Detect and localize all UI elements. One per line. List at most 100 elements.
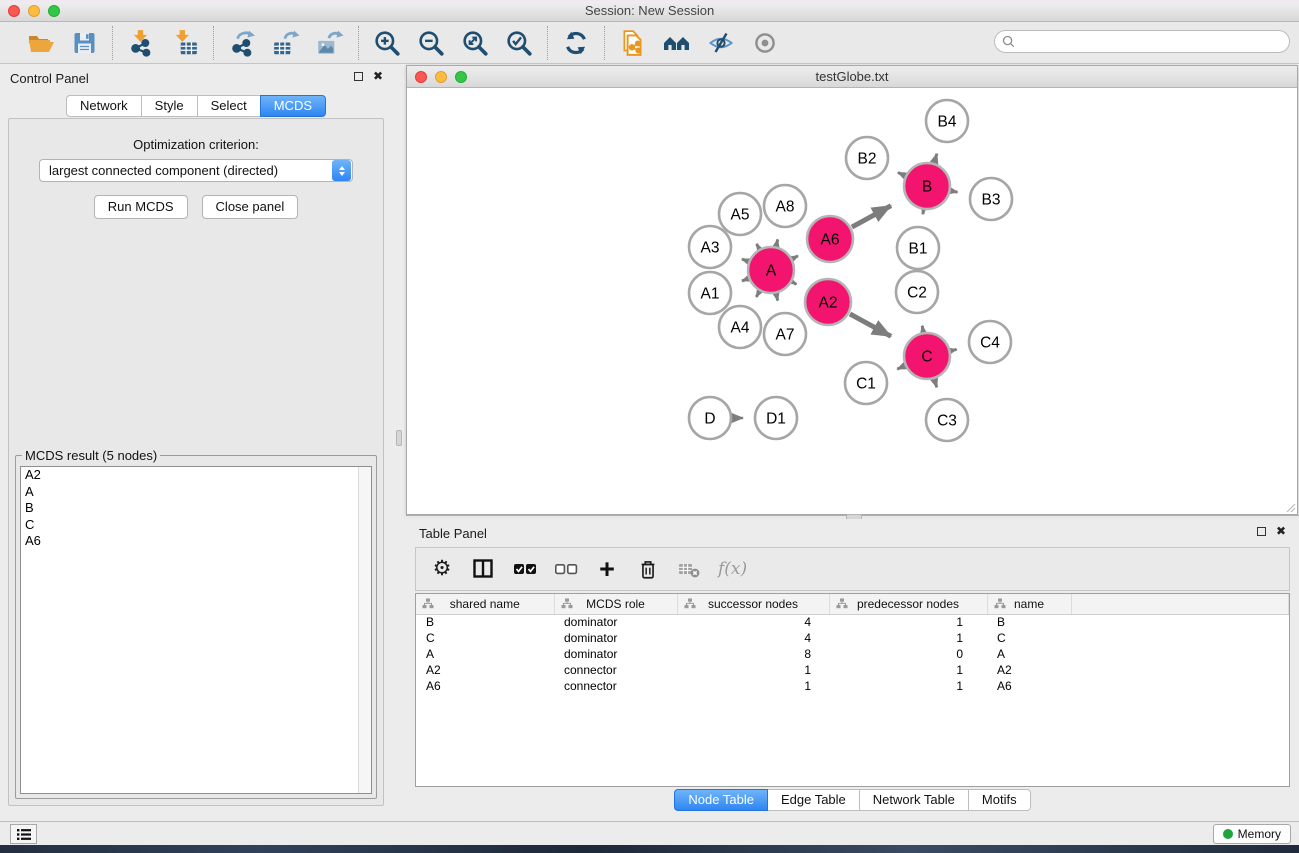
node-C1[interactable]: C1: [845, 362, 887, 404]
import-table-icon[interactable]: [170, 29, 200, 57]
deselect-all-checkboxes-icon[interactable]: [554, 555, 578, 583]
table-cell[interactable]: 1: [677, 678, 829, 694]
export-network-icon[interactable]: [227, 29, 257, 57]
tab-select[interactable]: Select: [197, 95, 261, 117]
table-cell[interactable]: A: [987, 646, 1071, 662]
node-C2[interactable]: C2: [896, 271, 938, 313]
node-A4[interactable]: A4: [719, 306, 761, 348]
tab-motifs[interactable]: Motifs: [968, 789, 1031, 811]
table-cell[interactable]: 1: [829, 662, 987, 678]
table-cell[interactable]: connector: [554, 678, 677, 694]
table-cell[interactable]: B: [416, 614, 554, 630]
node-A3[interactable]: A3: [689, 226, 731, 268]
table-cell[interactable]: A2: [987, 662, 1071, 678]
table-cell[interactable]: dominator: [554, 646, 677, 662]
edge-A6-B[interactable]: [852, 206, 891, 227]
hide-eye-slash-icon[interactable]: [706, 29, 736, 57]
zoom-selected-icon[interactable]: [504, 29, 534, 57]
edge-A2-C[interactable]: [850, 314, 891, 336]
float-panel-icon[interactable]: [1257, 527, 1266, 536]
export-table-icon[interactable]: [271, 29, 301, 57]
zoom-in-icon[interactable]: [372, 29, 402, 57]
zoom-fit-icon[interactable]: [460, 29, 490, 57]
table-cell[interactable]: A6: [987, 678, 1071, 694]
tab-edge-table[interactable]: Edge Table: [767, 789, 860, 811]
table-cell[interactable]: 1: [829, 678, 987, 694]
node-A7[interactable]: A7: [764, 313, 806, 355]
node-B1[interactable]: B1: [897, 227, 939, 269]
table-cell[interactable]: A6: [416, 678, 554, 694]
import-network-icon[interactable]: [126, 29, 156, 57]
table-row[interactable]: A2connector11A2: [416, 662, 1289, 678]
tab-style[interactable]: Style: [141, 95, 198, 117]
search-box[interactable]: [994, 30, 1290, 53]
zoom-out-icon[interactable]: [416, 29, 446, 57]
optimization-criterion-select[interactable]: largest connected component (directed): [39, 159, 353, 182]
table-cell[interactable]: A: [416, 646, 554, 662]
tab-node-table[interactable]: Node Table: [674, 789, 768, 811]
save-icon[interactable]: [69, 29, 99, 57]
edge-A-A7[interactable]: [776, 294, 777, 300]
task-history-button[interactable]: [10, 824, 37, 844]
node-D[interactable]: D: [689, 397, 731, 439]
result-item[interactable]: B: [21, 500, 371, 517]
column-view-icon[interactable]: [471, 555, 496, 583]
table-cell[interactable]: dominator: [554, 630, 677, 646]
edge-C-C4[interactable]: [951, 349, 956, 350]
settings-gear-icon[interactable]: ⚙: [430, 555, 454, 583]
edge-C-C3[interactable]: [934, 380, 936, 387]
edge-A-A8[interactable]: [776, 239, 777, 245]
table-cell[interactable]: connector: [554, 662, 677, 678]
edge-C-C2[interactable]: [922, 326, 923, 332]
result-item[interactable]: A6: [21, 533, 371, 550]
table-cell[interactable]: 8: [677, 646, 829, 662]
close-panel-icon[interactable]: ✖: [373, 71, 383, 81]
function-builder-icon[interactable]: f(x): [718, 555, 747, 583]
float-panel-icon[interactable]: [354, 72, 363, 81]
result-item[interactable]: A: [21, 484, 371, 501]
tab-mcds[interactable]: MCDS: [260, 95, 326, 117]
table-cell[interactable]: C: [987, 630, 1071, 646]
column-header-MCDS-role[interactable]: MCDS role: [554, 594, 677, 614]
table-cell[interactable]: 4: [677, 614, 829, 630]
column-header-name[interactable]: name: [987, 594, 1071, 614]
node-C4[interactable]: C4: [969, 321, 1011, 363]
table-cell[interactable]: dominator: [554, 614, 677, 630]
edge-B-B2[interactable]: [898, 172, 904, 175]
table-cell[interactable]: B: [987, 614, 1071, 630]
table-row[interactable]: Bdominator41B: [416, 614, 1289, 630]
table-row[interactable]: Adominator80A: [416, 646, 1289, 662]
edge-A-A2[interactable]: [793, 282, 797, 284]
table-row[interactable]: Cdominator41C: [416, 630, 1289, 646]
network-window-titlebar[interactable]: testGlobe.txt: [407, 66, 1297, 88]
node-B2[interactable]: B2: [846, 137, 888, 179]
vertical-splitter[interactable]: [392, 64, 406, 821]
node-A5[interactable]: A5: [719, 193, 761, 235]
edge-A-A1[interactable]: [742, 279, 748, 281]
mcds-result-list[interactable]: A2ABCA6: [20, 466, 372, 794]
column-header-shared-name[interactable]: shared name: [416, 594, 554, 614]
edge-A-A6[interactable]: [793, 256, 798, 259]
export-image-icon[interactable]: [315, 29, 345, 57]
table-cell[interactable]: A2: [416, 662, 554, 678]
network-document-icon[interactable]: [618, 29, 648, 57]
table-cell[interactable]: 0: [829, 646, 987, 662]
close-panel-icon[interactable]: ✖: [1276, 526, 1286, 536]
tab-network-table[interactable]: Network Table: [859, 789, 969, 811]
result-item[interactable]: C: [21, 517, 371, 534]
neighbors-houses-icon[interactable]: [662, 29, 692, 57]
tab-network[interactable]: Network: [66, 95, 142, 117]
close-panel-button[interactable]: Close panel: [202, 195, 299, 219]
table-cell[interactable]: 1: [829, 614, 987, 630]
edge-A-A3[interactable]: [742, 259, 748, 261]
node-D1[interactable]: D1: [755, 397, 797, 439]
node-B[interactable]: B: [904, 163, 950, 209]
node-A8[interactable]: A8: [764, 185, 806, 227]
search-input[interactable]: [1019, 35, 1269, 49]
delete-table-icon[interactable]: [677, 555, 701, 583]
node-A6[interactable]: A6: [807, 216, 853, 262]
run-mcds-button[interactable]: Run MCDS: [94, 195, 188, 219]
open-folder-icon[interactable]: [25, 29, 55, 57]
refresh-layout-icon[interactable]: [561, 29, 591, 57]
column-header-predecessor-nodes[interactable]: predecessor nodes: [829, 594, 987, 614]
